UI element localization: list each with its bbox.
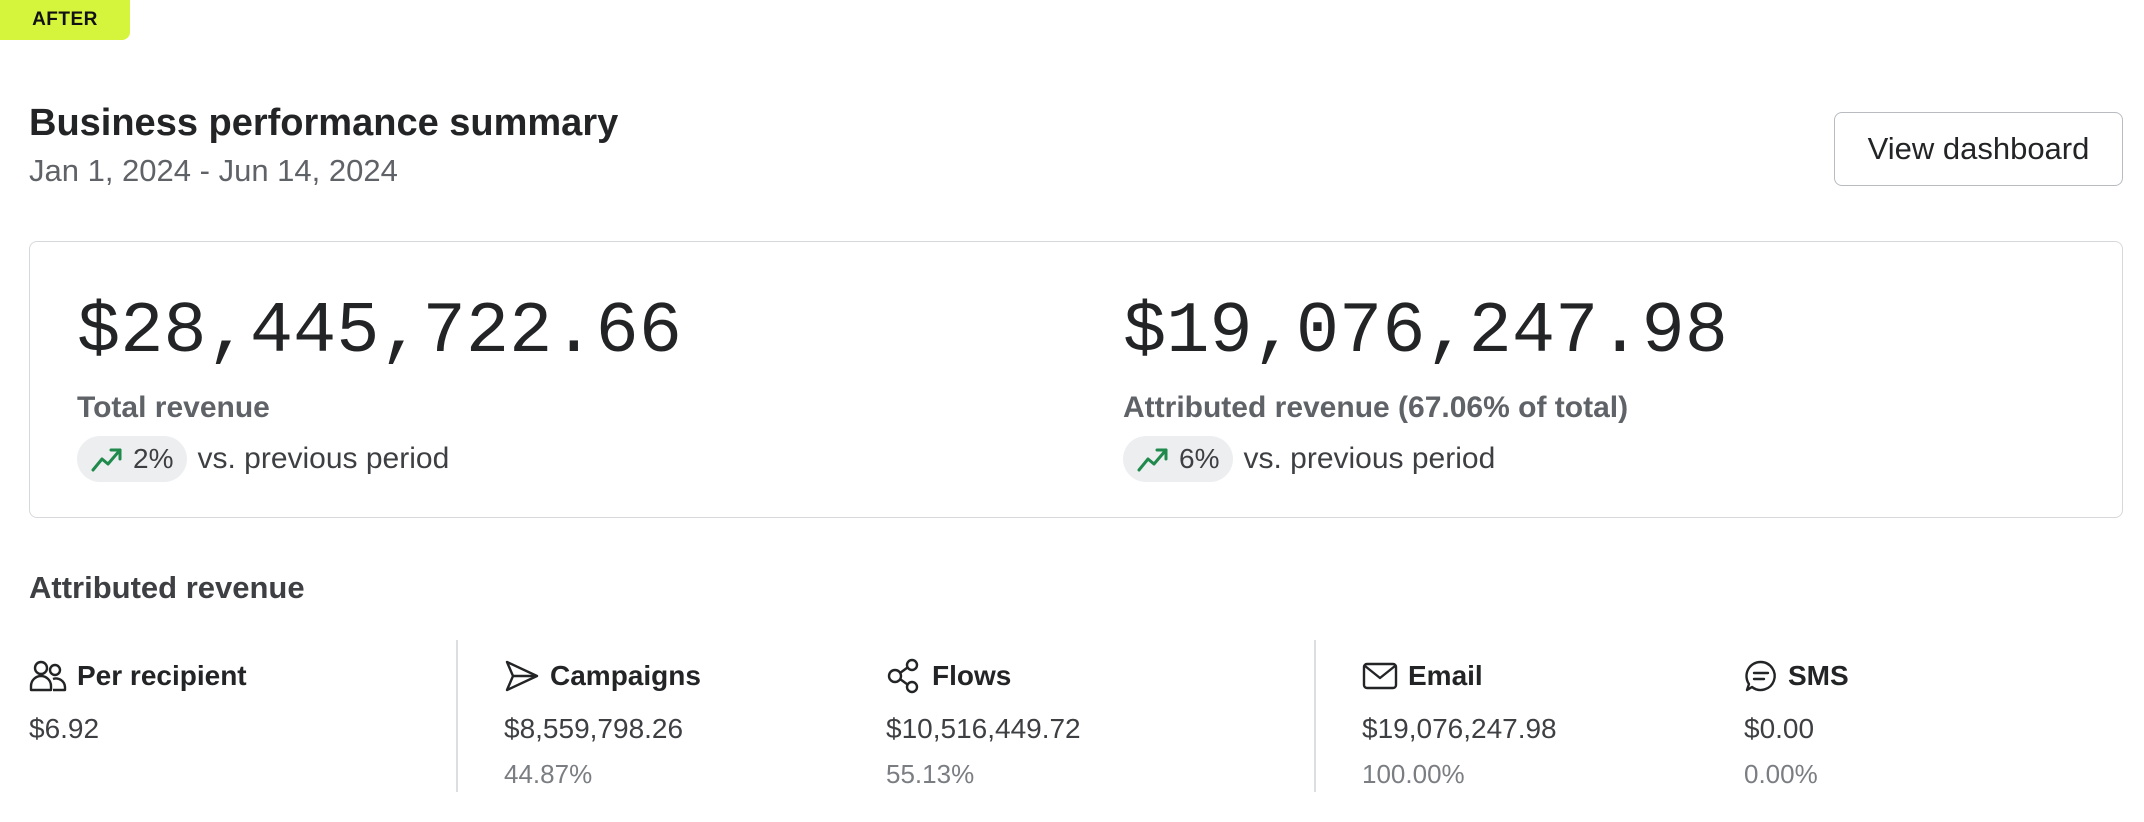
email-header: Email	[1362, 658, 1557, 694]
sms-percent: 0.00%	[1744, 759, 1818, 789]
flows-header: Flows	[886, 658, 1081, 694]
people-icon	[29, 660, 67, 692]
attributed-revenue-stats: Per recipient $6.92 Campaigns $8,559,798…	[0, 640, 2144, 792]
campaigns-value: $8,559,798.26	[504, 713, 684, 744]
flows-percent: 55.13%	[886, 759, 975, 789]
email-value: $19,076,247.98	[1362, 713, 1557, 744]
page-header: Business performance summary Jan 1, 2024…	[29, 100, 618, 190]
per-recipient-stat: Per recipient $6.92	[29, 658, 247, 746]
trend-up-icon	[91, 448, 122, 472]
total-revenue-value: $28,445,722.66	[77, 291, 682, 373]
attributed-revenue-section-title: Attributed revenue	[29, 570, 305, 605]
chat-icon	[1745, 660, 1776, 692]
mail-icon	[1362, 662, 1398, 690]
view-dashboard-button[interactable]: View dashboard	[1834, 112, 2123, 186]
flows-stat: Flows $10,516,449.72 55.13%	[886, 658, 1081, 790]
total-revenue-metric: $28,445,722.66 Total revenue 2% vs. prev…	[77, 290, 682, 482]
stats-divider	[1314, 640, 1316, 792]
attributed-revenue-delta-badge: 6%	[1123, 436, 1234, 482]
total-revenue-label: Total revenue	[77, 391, 270, 424]
after-badge: AFTER	[0, 0, 130, 40]
date-range: Jan 1, 2024 - Jun 14, 2024	[29, 153, 398, 188]
email-percent: 100.00%	[1362, 759, 1465, 789]
page-title: Business performance summary	[29, 102, 619, 144]
attributed-revenue-delta-suffix: vs. previous period	[1243, 442, 1496, 475]
sms-value: $0.00	[1744, 713, 1815, 744]
send-icon	[505, 660, 539, 692]
campaigns-header: Campaigns	[504, 658, 701, 694]
attributed-revenue-delta-value: 6%	[1179, 443, 1220, 474]
attributed-revenue-delta-row: 6% vs. previous period	[1123, 436, 1728, 482]
email-label: Email	[1408, 660, 1483, 691]
attributed-revenue-metric: $19,076,247.98 Attributed revenue (67.06…	[1123, 290, 1728, 482]
per-recipient-label: Per recipient	[77, 660, 247, 691]
campaigns-label: Campaigns	[550, 660, 701, 691]
sms-header: SMS	[1744, 658, 1849, 694]
per-recipient-header: Per recipient	[29, 658, 247, 694]
email-stat: Email $19,076,247.98 100.00%	[1362, 658, 1557, 790]
per-recipient-value: $6.92	[29, 713, 100, 744]
campaigns-percent: 44.87%	[504, 759, 593, 789]
stats-divider	[456, 640, 458, 792]
attributed-revenue-value: $19,076,247.98	[1123, 291, 1728, 373]
flows-label: Flows	[932, 660, 1012, 691]
campaigns-stat: Campaigns $8,559,798.26 44.87%	[504, 658, 701, 790]
revenue-summary-card: $28,445,722.66 Total revenue 2% vs. prev…	[29, 241, 2123, 518]
trend-up-icon	[1137, 448, 1168, 472]
sms-label: SMS	[1788, 660, 1849, 691]
flows-value: $10,516,449.72	[886, 713, 1081, 744]
total-revenue-delta-row: 2% vs. previous period	[77, 436, 682, 482]
total-revenue-delta-value: 2%	[133, 443, 174, 474]
total-revenue-delta-suffix: vs. previous period	[197, 442, 450, 475]
total-revenue-delta-badge: 2%	[77, 436, 188, 482]
sms-stat: SMS $0.00 0.00%	[1744, 658, 1849, 790]
attributed-revenue-label: Attributed revenue (67.06% of total)	[1123, 391, 1629, 424]
flows-icon	[887, 658, 919, 694]
